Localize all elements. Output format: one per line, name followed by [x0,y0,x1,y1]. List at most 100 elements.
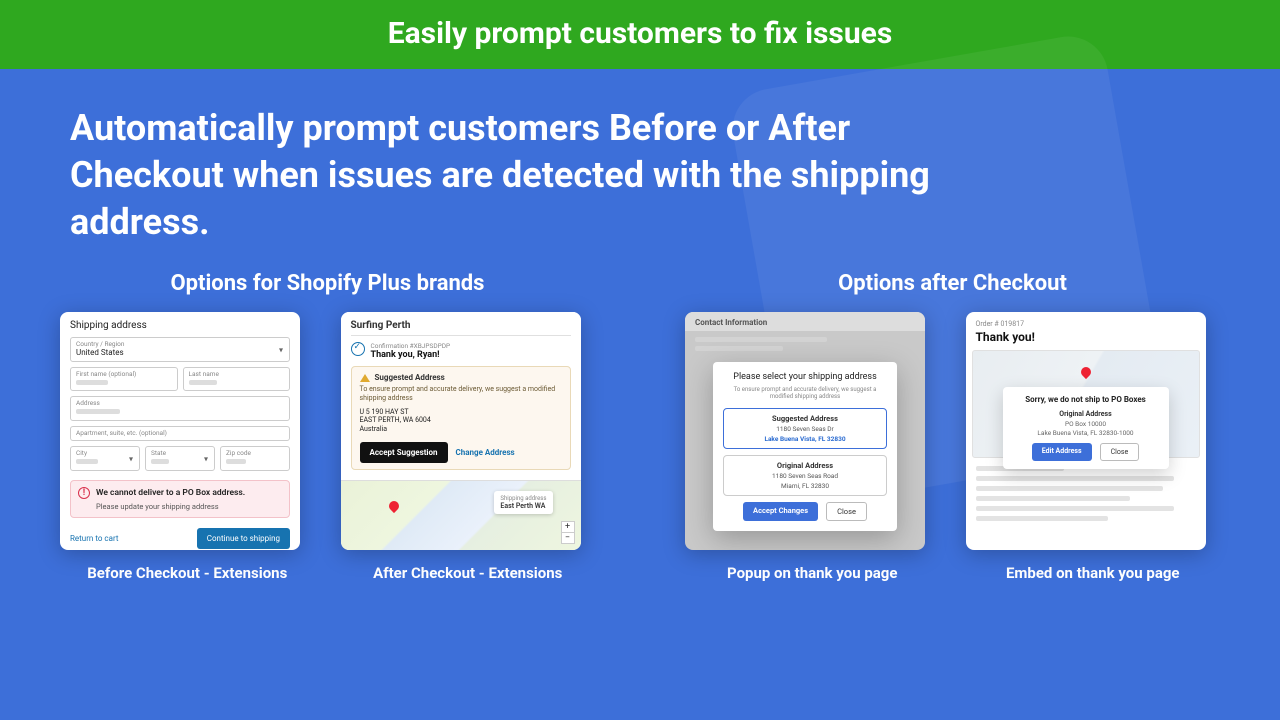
suggested-subtitle: To ensure prompt and accurate delivery, … [360,385,562,403]
right-column-title: Options after Checkout [685,271,1220,296]
check-circle-icon [351,342,365,356]
last-name-label: Last name [189,371,285,378]
accept-changes-button[interactable]: Accept Changes [743,502,818,521]
suggested-address-option[interactable]: Suggested Address 1180 Seven Seas Dr Lak… [723,408,887,449]
modal-title: Please select your shipping address [723,372,887,382]
right-column: Options after Checkout Contact Informati… [685,271,1220,582]
close-button[interactable]: Close [826,502,867,521]
confirmation-number: Confirmation #XBJPSDPDP [371,342,451,350]
apartment-label: Apartment, suite, etc. (optional) [76,430,284,437]
placeholder-bar [76,459,98,464]
edit-address-button[interactable]: Edit Address [1032,443,1092,461]
suggested-heading: Suggested Address [730,414,880,423]
warning-icon [360,374,370,382]
zip-input[interactable]: Zip code [220,446,290,471]
po-box-warning: Sorry, we do not ship to PO Boxes Origin… [1003,387,1169,469]
zoom-out-icon[interactable]: − [562,533,574,543]
address-modal: Please select your shipping address To e… [713,362,897,531]
apartment-input[interactable]: Apartment, suite, etc. (optional) [70,426,290,442]
card1: Shipping address Country / Region United… [60,312,300,550]
original-heading: Original Address [1013,410,1159,418]
card3: Contact Information Please select your s… [685,312,925,550]
left-cards: Shipping address Country / Region United… [60,312,595,582]
card2-caption: After Checkout - Extensions [341,564,596,582]
address-input[interactable]: Address [70,396,290,421]
state-select[interactable]: State ▾ [145,446,215,471]
left-column: Options for Shopify Plus brands Shipping… [60,271,595,582]
order-number: Order # 019817 [976,320,1196,328]
continue-button[interactable]: Continue to shipping [197,528,290,549]
sorry-text: Sorry, we do not ship to PO Boxes [1013,395,1159,404]
original-line1: 1180 Seven Seas Road [730,472,880,480]
banner: Easily prompt customers to fix issues [0,0,1280,69]
card4-caption: Embed on thank you page [966,564,1221,582]
map: Shipping address East Perth WA + − [341,480,581,550]
map-pin-icon [1078,365,1092,379]
headline: Automatically prompt customers Before or… [0,69,1000,255]
card1-wrap: Shipping address Country / Region United… [60,312,315,582]
suggested-line1: 1180 Seven Seas Dr [730,425,880,433]
suggested-address-box: Suggested Address To ensure prompt and a… [351,366,571,469]
left-column-title: Options for Shopify Plus brands [60,271,595,296]
card3-wrap: Contact Information Please select your s… [685,312,940,582]
close-button[interactable]: Close [1100,443,1140,461]
card4: Order # 019817 Thank you! Sorry, we do n… [966,312,1206,550]
map-address-card: Shipping address East Perth WA [494,491,552,514]
map-pin-icon [386,499,400,513]
card2: Surfing Perth Confirmation #XBJPSDPDP Th… [341,312,581,550]
right-cards: Contact Information Please select your s… [685,312,1220,582]
state-label: State [151,450,209,457]
chevron-down-icon: ▾ [204,454,208,463]
bg-heading: Contact Information [685,312,925,331]
addr-line-1: U 5 190 HAY ST [360,408,562,417]
thank-you-heading: Thank you! [976,330,1196,344]
zip-label: Zip code [226,450,284,457]
placeholder-bar [189,380,217,385]
original-heading: Original Address [730,461,880,470]
map-zoom[interactable]: + − [561,521,575,544]
card2-wrap: Surfing Perth Confirmation #XBJPSDPDP Th… [341,312,596,582]
original-address-option[interactable]: Original Address 1180 Seven Seas Road Mi… [723,455,887,496]
country-select[interactable]: Country / Region United States ▾ [70,337,290,362]
last-name-input[interactable]: Last name [183,367,291,392]
suggested-line2: Lake Buena Vista, FL 32830 [730,435,880,443]
error-icon: ! [78,487,90,499]
addr-line-2: EAST PERTH, WA 6004 [360,416,562,425]
return-to-cart-link[interactable]: Return to cart [70,534,118,543]
chevron-down-icon: ▾ [129,454,133,463]
placeholder-bar [76,409,120,414]
bg-skeleton [976,466,1196,521]
map-city: East Perth WA [500,502,546,510]
addr-line-2: Lake Buena Vista, FL 32830-1000 [1013,429,1159,437]
card4-wrap: Order # 019817 Thank you! Sorry, we do n… [966,312,1221,582]
modal-subtitle: To ensure prompt and accurate delivery, … [723,386,887,400]
country-value: United States [76,348,284,357]
thank-you-text: Thank you, Ryan! [371,350,451,360]
placeholder-bar [151,459,169,464]
first-name-input[interactable]: First name (optional) [70,367,178,392]
map-area: Sorry, we do not ship to PO Boxes Origin… [972,350,1200,458]
first-name-label: First name (optional) [76,371,172,378]
suggested-title: Suggested Address [375,373,445,382]
addr-line-1: PO Box 10000 [1013,420,1159,428]
card1-caption: Before Checkout - Extensions [60,564,315,582]
placeholder-bar [226,459,246,464]
change-address-link[interactable]: Change Address [456,448,515,457]
accept-suggestion-button[interactable]: Accept Suggestion [360,442,448,463]
address-label: Address [76,400,284,407]
map-label: Shipping address [500,495,546,502]
zoom-in-icon[interactable]: + [562,522,574,533]
store-name: Surfing Perth [351,320,571,336]
alert-subtitle: Please update your shipping address [96,502,282,511]
addr-line-3: Australia [360,425,562,434]
city-input[interactable]: City ▾ [70,446,140,471]
city-label: City [76,450,134,457]
original-line2: Miami, FL 32830 [730,482,880,490]
columns: Options for Shopify Plus brands Shipping… [0,255,1280,582]
bg-skeleton [695,337,915,351]
shipping-heading: Shipping address [70,320,290,331]
card3-caption: Popup on thank you page [685,564,940,582]
po-box-alert: ! We cannot deliver to a PO Box address.… [70,480,290,518]
alert-title: We cannot deliver to a PO Box address. [96,488,245,498]
placeholder-bar [76,380,108,385]
